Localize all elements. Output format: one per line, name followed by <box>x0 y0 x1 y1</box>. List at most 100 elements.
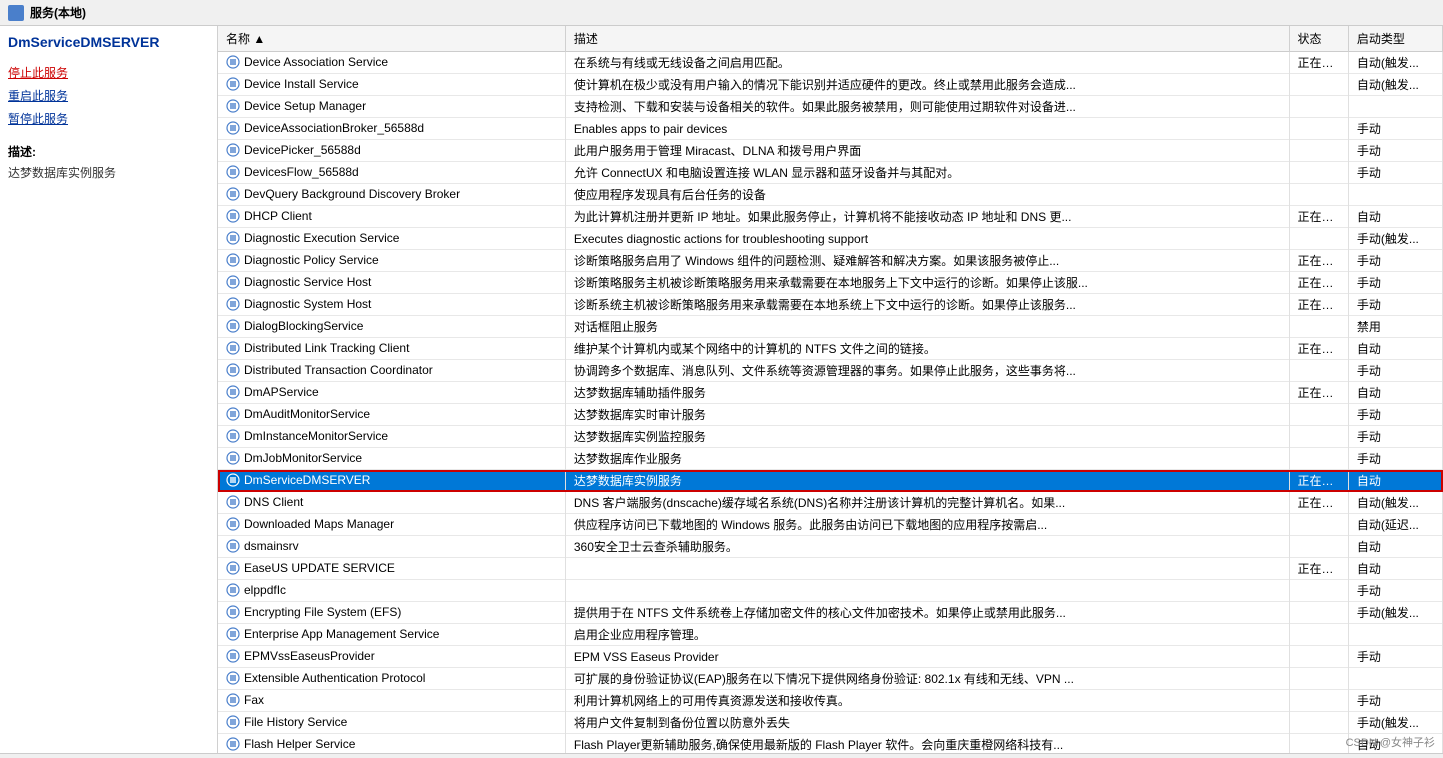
service-status-cell <box>1289 404 1348 426</box>
service-desc-cell: 维护某个计算机内或某个网络中的计算机的 NTFS 文件之间的链接。 <box>565 338 1289 360</box>
service-name-text: DmAuditMonitorService <box>244 407 370 421</box>
table-row[interactable]: Enterprise App Management Service启用企业应用程… <box>218 624 1443 646</box>
service-desc-cell: 利用计算机网络上的可用传真资源发送和接收传真。 <box>565 690 1289 712</box>
service-name-cell: Diagnostic Service Host <box>218 272 565 294</box>
left-panel: DmServiceDMSERVER 停止此服务 重启此服务 暂停此服务 描述: … <box>0 26 218 753</box>
table-row[interactable]: Distributed Transaction Coordinator协调跨多个… <box>218 360 1443 382</box>
service-name-cell: dsmainsrv <box>218 536 565 558</box>
table-row[interactable]: Diagnostic Policy Service诊断策略服务启用了 Windo… <box>218 250 1443 272</box>
table-row[interactable]: DmServiceDMSERVER达梦数据库实例服务正在运行自动 <box>218 470 1443 492</box>
table-row[interactable]: Extensible Authentication Protocol可扩展的身份… <box>218 668 1443 690</box>
service-desc-cell: Enables apps to pair devices <box>565 118 1289 140</box>
service-status-cell <box>1289 448 1348 470</box>
main-window: DmServiceDMSERVER 停止此服务 重启此服务 暂停此服务 描述: … <box>0 26 1443 753</box>
table-row[interactable]: Device Association Service在系统与有线或无线设备之间启… <box>218 52 1443 74</box>
service-desc-cell: 对话框阻止服务 <box>565 316 1289 338</box>
service-name-text: Encrypting File System (EFS) <box>244 605 401 619</box>
service-status-cell: 正在运行 <box>1289 206 1348 228</box>
table-row[interactable]: Diagnostic Service Host诊断策略服务主机被诊断策略服务用来… <box>218 272 1443 294</box>
service-status-cell <box>1289 624 1348 646</box>
table-row[interactable]: DevicesFlow_56588d允许 ConnectUX 和电脑设置连接 W… <box>218 162 1443 184</box>
table-row[interactable]: Diagnostic Execution ServiceExecutes dia… <box>218 228 1443 250</box>
service-name-text: DmAPService <box>244 385 319 399</box>
table-row[interactable]: File History Service将用户文件复制到备份位置以防意外丢失手动… <box>218 712 1443 734</box>
table-row[interactable]: Device Install Service使计算机在极少或没有用户输入的情况下… <box>218 74 1443 96</box>
table-row[interactable]: DeviceAssociationBroker_56588dEnables ap… <box>218 118 1443 140</box>
service-icon <box>226 737 240 751</box>
col-header-name[interactable]: 名称 ▲ <box>218 26 565 52</box>
service-desc-cell: 达梦数据库实例服务 <box>565 470 1289 492</box>
service-icon <box>226 187 240 201</box>
service-desc-cell: 供应程序访问已下载地图的 Windows 服务。此服务由访问已下载地图的应用程序… <box>565 514 1289 536</box>
table-row[interactable]: DialogBlockingService对话框阻止服务禁用 <box>218 316 1443 338</box>
service-desc-cell: 将用户文件复制到备份位置以防意外丢失 <box>565 712 1289 734</box>
services-list-panel[interactable]: 名称 ▲ 描述 状态 启动类型 Device Association Servi… <box>218 26 1443 753</box>
table-row[interactable]: DHCP Client为此计算机注册并更新 IP 地址。如果此服务停止，计算机将… <box>218 206 1443 228</box>
table-row[interactable]: Fax利用计算机网络上的可用传真资源发送和接收传真。手动 <box>218 690 1443 712</box>
col-header-startup[interactable]: 启动类型 <box>1348 26 1442 52</box>
service-status-cell <box>1289 140 1348 162</box>
service-status-cell: 正在运行 <box>1289 382 1348 404</box>
action-restart[interactable]: 暂停此服务 <box>8 110 209 127</box>
service-name-cell: DmAuditMonitorService <box>218 404 565 426</box>
service-name-cell: Device Install Service <box>218 74 565 96</box>
table-row[interactable]: DevicePicker_56588d此用户服务用于管理 Miracast、DL… <box>218 140 1443 162</box>
service-startup-cell: 手动 <box>1348 272 1442 294</box>
service-name-cell: Fax <box>218 690 565 712</box>
table-row[interactable]: Downloaded Maps Manager供应程序访问已下载地图的 Wind… <box>218 514 1443 536</box>
service-status-cell <box>1289 602 1348 624</box>
table-row[interactable]: Flash Helper ServiceFlash Player更新辅助服务,确… <box>218 734 1443 754</box>
service-startup-cell: 手动 <box>1348 448 1442 470</box>
service-desc-cell: 达梦数据库作业服务 <box>565 448 1289 470</box>
table-row[interactable]: EaseUS UPDATE SERVICE正在运行自动 <box>218 558 1443 580</box>
window-icon <box>8 5 24 21</box>
service-status-cell <box>1289 514 1348 536</box>
table-row[interactable]: DmAPService达梦数据库辅助插件服务正在运行自动 <box>218 382 1443 404</box>
table-row[interactable]: DmAuditMonitorService达梦数据库实时审计服务手动 <box>218 404 1443 426</box>
action-stop[interactable]: 停止此服务 <box>8 64 209 81</box>
service-startup-cell: 手动 <box>1348 360 1442 382</box>
service-desc-cell: 可扩展的身份验证协议(EAP)服务在以下情况下提供网络身份验证: 802.1x … <box>565 668 1289 690</box>
service-name-text: Enterprise App Management Service <box>244 627 439 641</box>
service-status-cell <box>1289 712 1348 734</box>
service-desc-cell <box>565 558 1289 580</box>
table-row[interactable]: DNS ClientDNS 客户端服务(dnscache)缓存域名系统(DNS)… <box>218 492 1443 514</box>
table-row[interactable]: EPMVssEaseusProviderEPM VSS Easeus Provi… <box>218 646 1443 668</box>
service-status-cell <box>1289 316 1348 338</box>
col-header-status[interactable]: 状态 <box>1289 26 1348 52</box>
service-icon <box>226 539 240 553</box>
table-row[interactable]: DmJobMonitorService达梦数据库作业服务手动 <box>218 448 1443 470</box>
service-desc-cell: 使计算机在极少或没有用户输入的情况下能识别并适应硬件的更改。终止或禁用此服务会造… <box>565 74 1289 96</box>
service-name-text: dsmainsrv <box>244 539 299 553</box>
service-status-cell: 正在运行 <box>1289 272 1348 294</box>
service-name-cell: DmInstanceMonitorService <box>218 426 565 448</box>
table-row[interactable]: elppdfIc手动 <box>218 580 1443 602</box>
service-name-text: EPMVssEaseusProvider <box>244 649 375 663</box>
service-status-cell: 正在运行 <box>1289 338 1348 360</box>
service-icon <box>226 715 240 729</box>
service-desc-cell: 诊断系统主机被诊断策略服务用来承载需要在本地系统上下文中运行的诊断。如果停止该服… <box>565 294 1289 316</box>
service-status-cell <box>1289 426 1348 448</box>
service-desc-cell: 支持检测、下载和安装与设备相关的软件。如果此服务被禁用，则可能使用过期软件对设备… <box>565 96 1289 118</box>
service-status-cell <box>1289 96 1348 118</box>
table-row[interactable]: dsmainsrv360安全卫士云查杀辅助服务。自动 <box>218 536 1443 558</box>
service-name-cell: DeviceAssociationBroker_56588d <box>218 118 565 140</box>
service-startup-cell: 自动(延迟... <box>1348 514 1442 536</box>
service-name-cell: Encrypting File System (EFS) <box>218 602 565 624</box>
service-name-text: elppdfIc <box>244 583 286 597</box>
table-row[interactable]: Diagnostic System Host诊断系统主机被诊断策略服务用来承载需… <box>218 294 1443 316</box>
service-icon <box>226 605 240 619</box>
col-header-desc[interactable]: 描述 <box>565 26 1289 52</box>
service-name-cell: Downloaded Maps Manager <box>218 514 565 536</box>
action-pause[interactable]: 重启此服务 <box>8 87 209 104</box>
table-row[interactable]: DmInstanceMonitorService达梦数据库实例监控服务手动 <box>218 426 1443 448</box>
table-row[interactable]: Encrypting File System (EFS)提供用于在 NTFS 文… <box>218 602 1443 624</box>
service-status-cell: 正在运行 <box>1289 250 1348 272</box>
table-row[interactable]: Distributed Link Tracking Client维护某个计算机内… <box>218 338 1443 360</box>
service-icon <box>226 671 240 685</box>
service-name-cell: File History Service <box>218 712 565 734</box>
table-row[interactable]: Device Setup Manager支持检测、下载和安装与设备相关的软件。如… <box>218 96 1443 118</box>
service-icon <box>226 143 240 157</box>
service-icon <box>226 693 240 707</box>
table-row[interactable]: DevQuery Background Discovery Broker使应用程… <box>218 184 1443 206</box>
